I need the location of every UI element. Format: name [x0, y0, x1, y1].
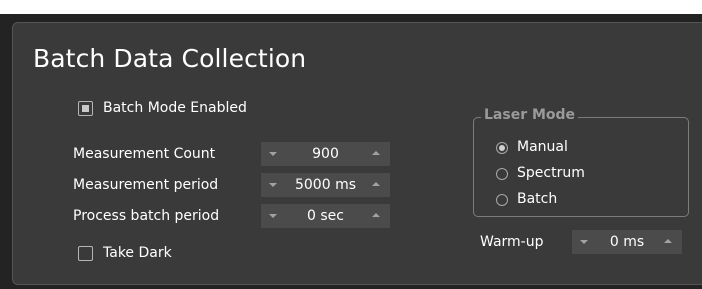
process-batch-period-value[interactable]: 0 sec — [281, 204, 370, 228]
laser-mode-title: Laser Mode — [481, 107, 579, 123]
laser-mode-spectrum-radio[interactable] — [496, 168, 508, 180]
triangle-down-icon[interactable] — [267, 204, 281, 228]
batch-mode-checkbox[interactable] — [78, 101, 93, 116]
panel-title: Batch Data Collection — [33, 44, 307, 73]
warmup-value[interactable]: 0 ms — [592, 230, 662, 254]
laser-mode-batch-radio[interactable] — [496, 194, 508, 206]
laser-mode-manual-label[interactable]: Manual — [517, 139, 568, 155]
triangle-up-icon[interactable] — [370, 142, 384, 166]
process-batch-period-spinbox[interactable]: 0 sec — [261, 204, 390, 228]
measurement-period-spinbox[interactable]: 5000 ms — [261, 173, 390, 197]
measurement-count-spinbox[interactable]: 900 — [261, 142, 390, 166]
measurement-period-value[interactable]: 5000 ms — [281, 173, 370, 197]
triangle-up-icon[interactable] — [662, 230, 676, 254]
measurement-count-label: Measurement Count — [73, 146, 216, 162]
triangle-up-icon[interactable] — [370, 204, 384, 228]
triangle-up-icon[interactable] — [370, 173, 384, 197]
batch-mode-label: Batch Mode Enabled — [103, 100, 247, 116]
triangle-down-icon[interactable] — [578, 230, 592, 254]
take-dark-checkbox[interactable] — [78, 246, 93, 261]
measurement-count-value[interactable]: 900 — [281, 142, 370, 166]
laser-mode-batch-label[interactable]: Batch — [517, 191, 557, 207]
triangle-down-icon[interactable] — [267, 173, 281, 197]
measurement-period-label: Measurement period — [73, 177, 219, 193]
process-batch-period-label: Process batch period — [73, 208, 220, 224]
triangle-down-icon[interactable] — [267, 142, 281, 166]
warmup-label: Warm-up — [480, 234, 544, 250]
laser-mode-manual-radio[interactable] — [496, 142, 508, 154]
warmup-spinbox[interactable]: 0 ms — [572, 230, 682, 254]
take-dark-label: Take Dark — [103, 245, 172, 261]
laser-mode-spectrum-label[interactable]: Spectrum — [517, 165, 585, 181]
